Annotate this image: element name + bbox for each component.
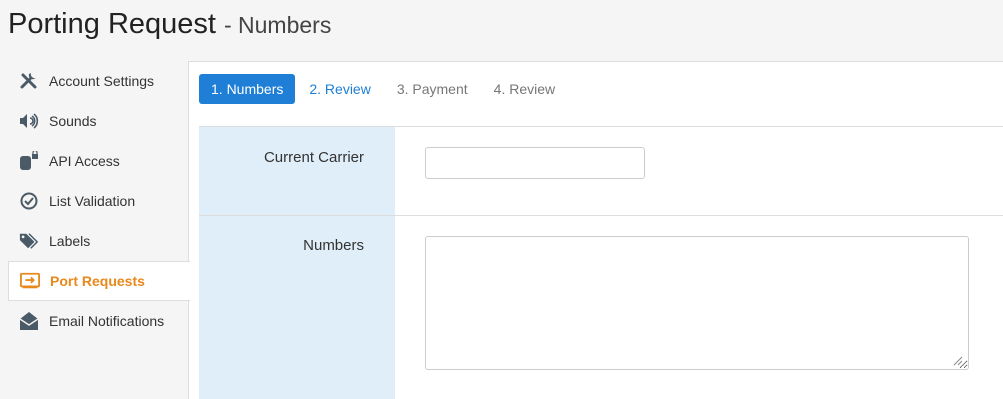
tab-step-1-numbers[interactable]: 1. Numbers [199, 74, 296, 104]
sidebar: Account Settings Sounds API Access List … [8, 61, 190, 341]
page-title-main: Porting Request [8, 8, 216, 40]
tags-icon [19, 231, 39, 251]
wrench-icon [19, 71, 39, 91]
porting-form: Current Carrier Numbers [199, 126, 1003, 399]
tab-step-2-review[interactable]: 2. Review [297, 74, 382, 104]
page-title: Porting Request - Numbers [8, 8, 331, 41]
sidebar-item-label: API Access [49, 153, 120, 169]
sidebar-item-port-requests[interactable]: Port Requests [8, 261, 190, 301]
sidebar-item-label: Sounds [49, 113, 97, 129]
sidebar-item-email-notifications[interactable]: Email Notifications [8, 301, 189, 341]
sidebar-item-account-settings[interactable]: Account Settings [8, 61, 189, 101]
sidebar-item-api-access[interactable]: API Access [8, 141, 189, 181]
page-subtitle: - Numbers [223, 12, 332, 38]
sidebar-item-label: List Validation [49, 193, 136, 209]
numbers-textarea[interactable] [425, 236, 969, 370]
sidebar-item-list-validation[interactable]: List Validation [8, 181, 189, 221]
tab-step-4-review: 4. Review [493, 81, 556, 97]
sidebar-item-label: Labels [49, 233, 91, 249]
main-panel: 1. Numbers 2. Review 3. Payment 4. Revie… [188, 61, 1003, 399]
current-carrier-label: Current Carrier [263, 149, 364, 166]
wizard-steps: 1. Numbers 2. Review 3. Payment 4. Revie… [199, 74, 569, 104]
tab-step-3-payment: 3. Payment [396, 81, 468, 97]
current-carrier-input[interactable] [425, 147, 645, 179]
sidebar-item-label: Account Settings [49, 73, 155, 89]
numbers-label: Numbers [303, 237, 364, 254]
check-circle-icon [19, 191, 39, 211]
sidebar-item-label: Port Requests [50, 273, 145, 289]
sidebar-item-labels[interactable]: Labels [8, 221, 189, 261]
speaker-icon [19, 111, 39, 131]
database-lock-icon [19, 151, 39, 171]
sidebar-item-sounds[interactable]: Sounds [8, 101, 189, 141]
form-label-column [199, 127, 395, 399]
envelope-open-icon [19, 311, 39, 331]
resize-grip-icon[interactable] [951, 354, 963, 366]
port-transfer-icon [20, 271, 40, 291]
sidebar-item-label: Email Notifications [49, 313, 165, 329]
row-divider [199, 215, 1003, 216]
